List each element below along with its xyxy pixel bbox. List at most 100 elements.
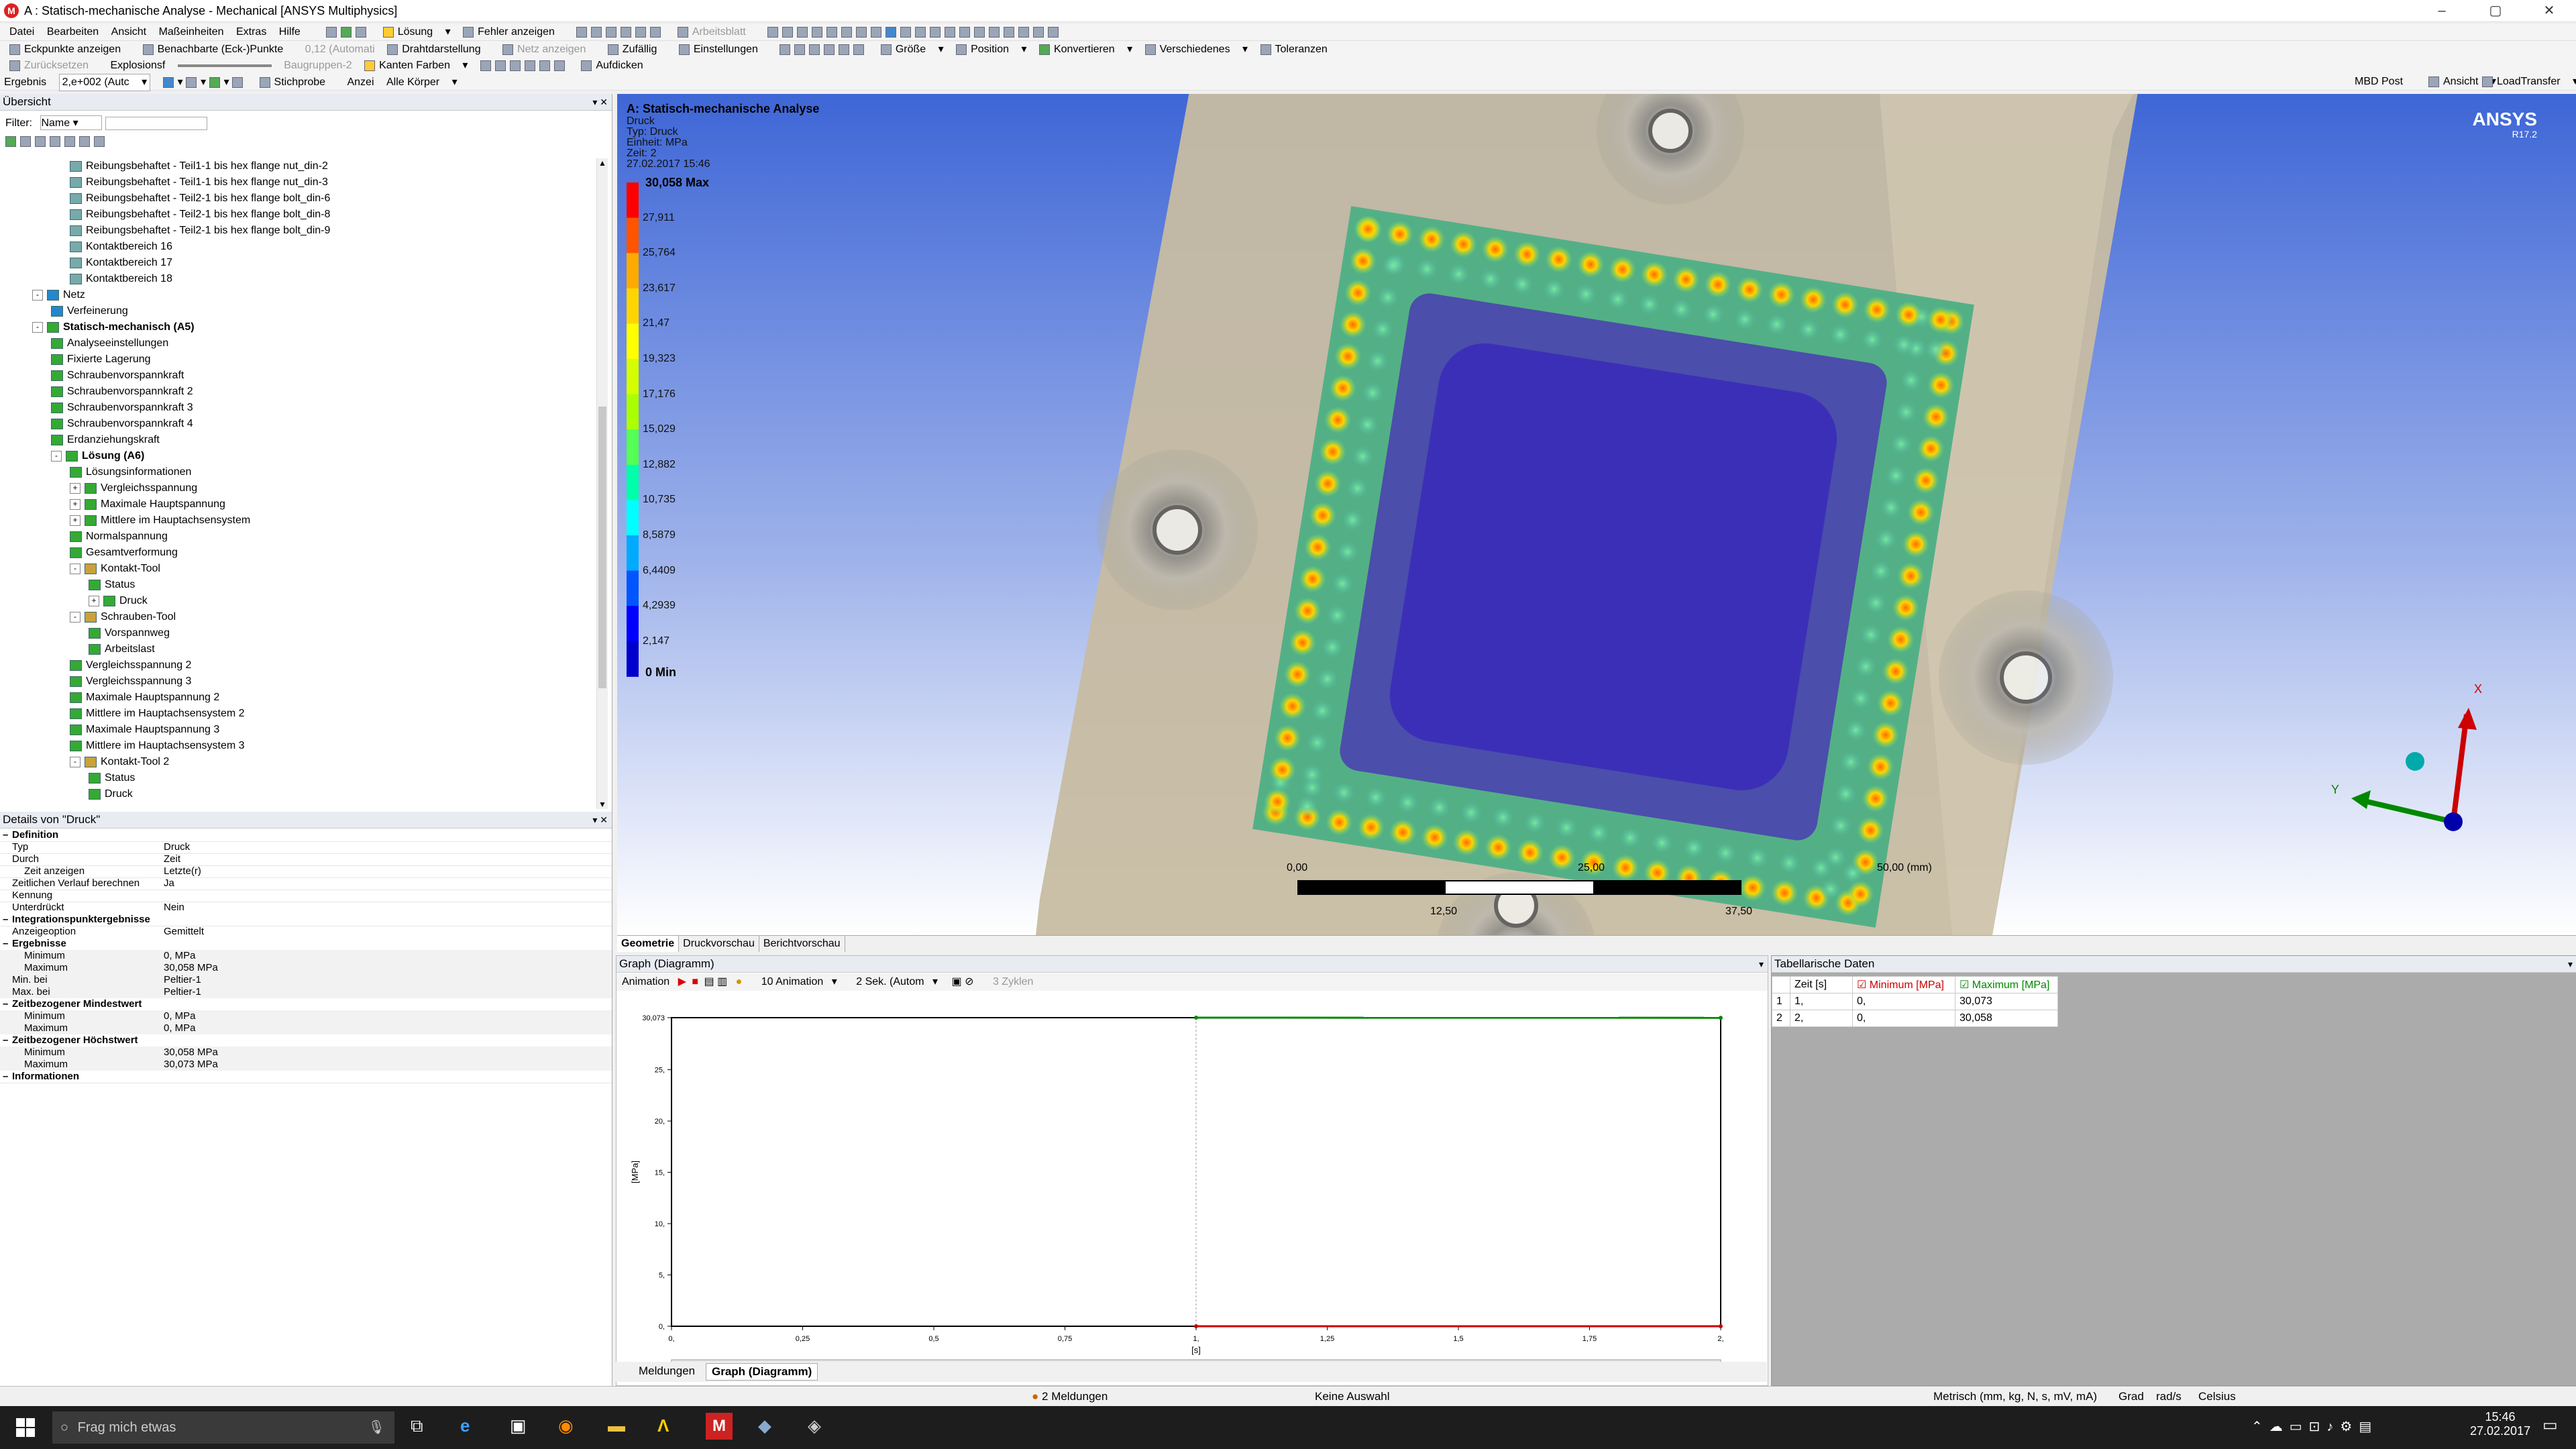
details-row[interactable]: Maximum 30,058 MPa — [0, 962, 612, 975]
menu-hilfe[interactable]: Hilfe — [279, 24, 301, 40]
details-row[interactable]: Anzeigeoption Gemittelt — [0, 926, 612, 938]
animation-frames-select[interactable]: 10 Animation ▾ — [756, 973, 837, 991]
show-mesh-toggle[interactable]: Netz anzeigen — [502, 42, 595, 58]
microphone-icon[interactable]: 🎙 — [368, 1411, 385, 1444]
tree-item[interactable]: Status — [89, 770, 135, 786]
tree-item[interactable]: Mittlere im Hauptachsensystem 2 — [70, 706, 245, 722]
unit-system-status[interactable]: Metrisch (mm, kg, N, s, mV, mA) — [1933, 1390, 2097, 1403]
menu-extras[interactable]: Extras — [236, 24, 266, 40]
details-row[interactable]: Zeitlichen Verlauf berechnen Ja — [0, 877, 612, 890]
bulb-icon[interactable]: ● — [736, 973, 743, 991]
app-icon[interactable]: ◈ — [808, 1415, 821, 1436]
filter-input[interactable] — [105, 116, 207, 130]
file-explorer-icon[interactable]: ▬ — [608, 1415, 625, 1436]
legend-max-label[interactable]: 30,058 Max — [645, 176, 709, 190]
tree-item[interactable]: + Mittlere im Hauptachsensystem — [70, 513, 250, 529]
display-icon[interactable] — [162, 76, 174, 88]
assembly-select[interactable]: Baugruppen-2 — [284, 58, 352, 74]
tree-item[interactable]: Fixierte Lagerung — [51, 352, 151, 368]
angle-unit-status[interactable]: Grad — [2118, 1390, 2144, 1403]
details-row[interactable]: Maximum 30,073 MPa — [0, 1059, 612, 1071]
tolerances-button[interactable]: Toleranzen — [1260, 42, 1337, 58]
export-icon[interactable]: ▣ ⊘ — [952, 973, 974, 991]
filter-select[interactable]: Name ▾ — [40, 115, 103, 130]
maximize-button[interactable]: ▢ — [2469, 0, 2522, 21]
save-icon[interactable] — [341, 26, 352, 38]
pin-icon[interactable]: ▾ ✕ — [592, 94, 608, 110]
column-maximum[interactable]: ☑ Maximum [MPa] — [1955, 976, 2058, 994]
taskbar-clock[interactable]: 15:46 27.02.2017 — [2470, 1410, 2530, 1438]
details-row[interactable]: Minimum 0, MPa — [0, 1010, 612, 1023]
table-row[interactable]: 1 1, 0, 30,073 — [1772, 993, 2058, 1010]
edge-colors-button[interactable]: Kanten Farben ▾ — [364, 58, 468, 74]
details-section[interactable]: – Definition — [0, 829, 612, 842]
tab-druckvorschau[interactable]: Druckvorschau — [679, 936, 759, 952]
tree-icon[interactable] — [35, 136, 46, 148]
tree-item[interactable]: Reibungsbehaftet - Teil2-1 bis hex flang… — [70, 191, 330, 207]
show-vertices-toggle[interactable]: Eckpunkte anzeigen — [9, 42, 130, 58]
details-row[interactable]: Min. bei Peltier-1 — [0, 974, 612, 987]
tab-geometrie[interactable]: Geometrie — [617, 936, 680, 952]
collapse-icon[interactable]: – — [3, 938, 8, 950]
system-tray-icons[interactable]: ⌃☁▭⊡♪⚙▤ — [2251, 1418, 2378, 1435]
thicken-button[interactable]: Aufdicken — [581, 58, 652, 74]
tree-item[interactable]: Gesamtverformung — [70, 545, 178, 561]
contour-icon[interactable] — [186, 76, 197, 88]
messages-status[interactable]: ● 2 Meldungen — [1032, 1390, 1108, 1403]
frames-icon[interactable]: ▤ ▥ — [704, 973, 728, 991]
tree-item[interactable]: Vorspannweg — [89, 625, 170, 641]
tree-item[interactable]: + Maximale Hauptspannung — [70, 496, 225, 513]
sort-icon[interactable] — [94, 136, 105, 148]
mechanical-app-icon[interactable]: M — [706, 1413, 733, 1440]
toolbar-icon[interactable] — [356, 26, 367, 38]
tree-item[interactable]: Druck — [89, 786, 133, 802]
details-row[interactable]: Minimum 0, MPa — [0, 950, 612, 963]
firefox-icon[interactable]: ◉ — [558, 1415, 574, 1436]
edges-icon[interactable] — [209, 76, 220, 88]
details-row[interactable]: Zeit anzeigen Letzte(r) — [0, 865, 612, 878]
collapse-icon[interactable] — [20, 136, 31, 148]
tab-meldungen[interactable]: Meldungen — [639, 1364, 695, 1378]
checkbox-icon[interactable]: ☑ — [1960, 979, 1969, 991]
checkbox-icon[interactable]: ☑ — [1857, 979, 1866, 991]
details-row[interactable]: Maximum 0, MPa — [0, 1022, 612, 1035]
collapse-icon[interactable]: – — [3, 1034, 8, 1046]
tree-item[interactable]: Analyseeinstellungen — [51, 335, 168, 352]
mbd-post-button[interactable]: MBD Post — [2355, 74, 2403, 90]
temperature-unit-status[interactable]: Celsius — [2198, 1390, 2236, 1403]
tab-graph[interactable]: Graph (Diagramm) — [706, 1363, 818, 1381]
collapse-icon[interactable]: - — [70, 756, 80, 767]
expand-icon[interactable]: + — [89, 595, 99, 606]
new-icon[interactable] — [326, 26, 337, 38]
bodies-select[interactable]: Alle Körper ▾ — [386, 74, 458, 91]
tree-item[interactable]: Vergleichsspannung 2 — [70, 657, 191, 674]
play-icon[interactable]: ▶ — [678, 973, 686, 991]
details-section[interactable]: – Zeitbezogener Mindestwert — [0, 998, 612, 1011]
tree-icon[interactable] — [64, 136, 75, 148]
details-row[interactable]: Unterdrückt Nein — [0, 902, 612, 914]
position-menu[interactable]: Position ▾ — [956, 42, 1027, 58]
vector-icon[interactable] — [232, 76, 244, 88]
random-colors-toggle[interactable]: Zufällig — [607, 42, 667, 58]
collapse-icon[interactable]: - — [32, 321, 43, 333]
legend-min-label[interactable]: 0 Min — [645, 665, 676, 680]
ansys-workbench-icon[interactable]: Λ — [657, 1415, 669, 1436]
details-section[interactable]: – Ergebnisse — [0, 938, 612, 951]
tree-item[interactable]: Mittlere im Hauptachsensystem 3 — [70, 738, 245, 754]
tree-item[interactable]: Status — [89, 577, 135, 593]
collapse-icon[interactable]: – — [3, 829, 8, 841]
show-errors-button[interactable]: Fehler anzeigen — [463, 24, 564, 40]
collapse-icon[interactable]: - — [70, 611, 80, 623]
tree-item[interactable]: - Lösung (A6) — [51, 448, 144, 464]
reset-button[interactable]: Zurücksetzen — [9, 58, 98, 74]
tree-item[interactable]: - Netz — [32, 287, 85, 303]
details-row[interactable]: Durch Zeit — [0, 853, 612, 866]
expand-icon[interactable]: + — [70, 515, 80, 526]
details-row[interactable]: Max. bei Peltier-1 — [0, 986, 612, 999]
graphics-viewport[interactable]: X Y 0,00 25,00 50,00 (mm) 12,50 37,50 AN… — [617, 94, 2576, 935]
vertex-tolerance-select[interactable]: 0,12 (Automati — [305, 42, 375, 58]
collapse-icon[interactable]: - — [32, 289, 43, 301]
table-row[interactable]: 2 2, 0, 30,058 — [1772, 1010, 2058, 1027]
store-icon[interactable]: ▣ — [510, 1415, 527, 1436]
scroll-up-icon[interactable]: ▲ — [597, 158, 608, 168]
